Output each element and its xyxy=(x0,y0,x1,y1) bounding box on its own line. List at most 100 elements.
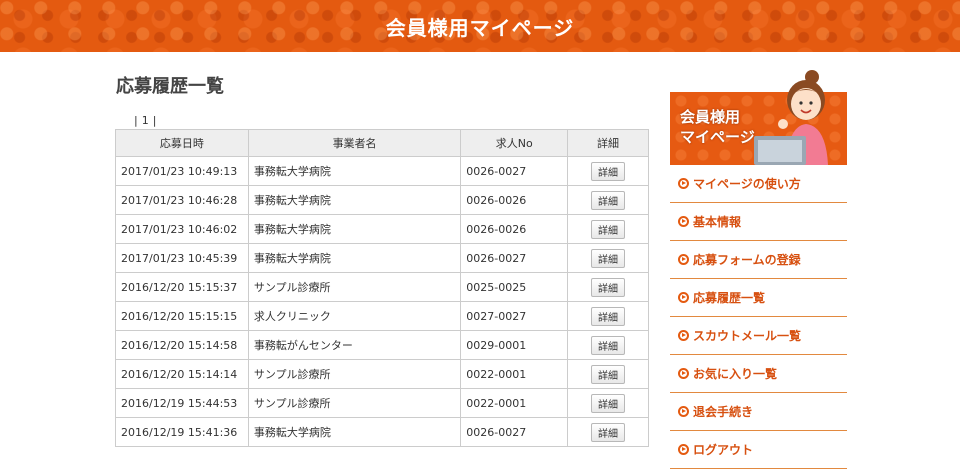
cell-company: サンプル診療所 xyxy=(247,272,462,302)
pagination-separator-left: | xyxy=(134,114,138,127)
sidebar-item-scout[interactable]: スカウトメール一覧 xyxy=(670,317,847,355)
sidebar: 会員様用 マイページ マイページの使い方 基本情報応募フォームの登録 応募履歴一覧ス… xyxy=(670,68,847,469)
header-title: 会員様用マイページ xyxy=(385,15,575,40)
table-body: 2017/01/23 10:49:13 事務転大学病院 0026-0027 詳細 201… xyxy=(115,156,649,447)
cell-detail: 詳細 xyxy=(567,359,649,389)
detail-button[interactable]: 詳細 xyxy=(591,335,626,355)
cell-date: 2016/12/20 15:14:14 xyxy=(115,359,249,389)
cell-detail: 詳細 xyxy=(567,272,649,302)
detail-button[interactable]: 詳細 xyxy=(591,161,626,181)
sidebar-item-logout[interactable]: ログアウト xyxy=(670,431,847,469)
cell-job-no: 0029-0001 xyxy=(460,330,569,360)
table-row: 2016/12/20 15:14:58 事務転がんセンター 0029-0001 詳細 xyxy=(115,330,649,360)
sidebar-item-withdraw[interactable]: 退会手続き xyxy=(670,393,847,431)
pagination: | 1 | xyxy=(130,114,160,127)
circle-arrow-icon xyxy=(678,444,689,455)
cell-company: 事務転がんセンター xyxy=(247,330,462,360)
table-row: 2017/01/23 10:45:39 事務転大学病院 0026-0027 詳細 xyxy=(115,243,649,273)
sidebar-item-history[interactable]: 応募履歴一覧 xyxy=(670,279,847,317)
detail-button[interactable]: 詳細 xyxy=(591,277,626,297)
banner-title-line1: 会員様用 xyxy=(680,108,741,126)
sidebar-item-label: スカウトメール一覧 xyxy=(693,329,802,343)
detail-button[interactable]: 詳細 xyxy=(591,190,626,210)
cell-job-no: 0022-0001 xyxy=(460,388,569,418)
cell-company: 事務転大学病院 xyxy=(247,417,462,447)
sidebar-item-favorites[interactable]: お気に入り一覧 xyxy=(670,355,847,393)
table-row: 2017/01/23 10:49:13 事務転大学病院 0026-0027 詳細 xyxy=(115,156,649,186)
sidebar-item-form[interactable]: 応募フォームの登録 xyxy=(670,241,847,279)
circle-arrow-icon xyxy=(678,406,689,417)
sidebar-item-howto[interactable]: マイページの使い方 xyxy=(670,165,847,203)
cell-date: 2016/12/20 15:15:37 xyxy=(115,272,249,302)
sidebar-item-label: 基本情報 xyxy=(693,215,742,229)
cell-job-no: 0022-0001 xyxy=(460,359,569,389)
cell-job-no: 0026-0026 xyxy=(460,214,569,244)
column-header-job-no: 求人No xyxy=(460,129,569,157)
cell-date: 2017/01/23 10:46:28 xyxy=(115,185,249,215)
application-history-table: 応募日時 事業者名 求人No 詳細 2017/01/23 10:49:13 事務転… xyxy=(115,129,649,447)
table-row: 2016/12/20 15:15:15 求人クリニック 0027-0027 詳細 xyxy=(115,301,649,331)
cell-detail: 詳細 xyxy=(567,417,649,447)
cell-company: サンプル診療所 xyxy=(247,388,462,418)
cell-job-no: 0026-0027 xyxy=(460,417,569,447)
cell-company: サンプル診療所 xyxy=(247,359,462,389)
table-row: 2017/01/23 10:46:28 事務転大学病院 0026-0026 詳細 xyxy=(115,185,649,215)
sidebar-item-label: ログアウト xyxy=(693,443,754,457)
detail-button[interactable]: 詳細 xyxy=(591,248,626,268)
cell-detail: 詳細 xyxy=(567,156,649,186)
circle-arrow-icon xyxy=(678,216,689,227)
cell-date: 2017/01/23 10:49:13 xyxy=(115,156,249,186)
mypage-banner[interactable]: 会員様用 マイページ xyxy=(670,68,847,165)
sidebar-item-profile[interactable]: 基本情報 xyxy=(670,203,847,241)
detail-button[interactable]: 詳細 xyxy=(591,364,626,384)
circle-arrow-icon xyxy=(678,254,689,265)
cell-detail: 詳細 xyxy=(567,185,649,215)
cell-company: 求人クリニック xyxy=(247,301,462,331)
circle-arrow-icon xyxy=(678,368,689,379)
pagination-page-1[interactable]: 1 xyxy=(142,114,149,127)
sidebar-item-label: 応募履歴一覧 xyxy=(693,291,766,305)
sidebar-item-label: マイページの使い方 xyxy=(693,177,801,191)
cell-job-no: 0026-0026 xyxy=(460,185,569,215)
cell-company: 事務転大学病院 xyxy=(247,185,462,215)
detail-button[interactable]: 詳細 xyxy=(591,422,626,442)
table-row: 2016/12/19 15:41:36 事務転大学病院 0026-0027 詳細 xyxy=(115,417,649,447)
cell-detail: 詳細 xyxy=(567,301,649,331)
column-header-company: 事業者名 xyxy=(247,129,462,157)
sidebar-item-label: 応募フォームの登録 xyxy=(693,253,801,267)
column-header-detail: 詳細 xyxy=(567,129,649,157)
cell-job-no: 0025-0025 xyxy=(460,272,569,302)
cell-company: 事務転大学病院 xyxy=(247,243,462,273)
table-header-row: 応募日時 事業者名 求人No 詳細 xyxy=(115,129,649,157)
cell-job-no: 0026-0027 xyxy=(460,243,569,273)
detail-button[interactable]: 詳細 xyxy=(591,306,626,326)
cell-detail: 詳細 xyxy=(567,243,649,273)
table-row: 2016/12/19 15:44:53 サンプル診療所 0022-0001 詳細 xyxy=(115,388,649,418)
detail-button[interactable]: 詳細 xyxy=(591,219,626,239)
detail-button[interactable]: 詳細 xyxy=(591,393,626,413)
site-header: 会員様用マイページ xyxy=(0,0,960,52)
cell-date: 2016/12/19 15:41:36 xyxy=(115,417,249,447)
cell-detail: 詳細 xyxy=(567,214,649,244)
circle-arrow-icon xyxy=(678,178,689,189)
cell-company: 事務転大学病院 xyxy=(247,156,462,186)
cell-date: 2017/01/23 10:46:02 xyxy=(115,214,249,244)
circle-arrow-icon xyxy=(678,292,689,303)
sidebar-item-label: お気に入り一覧 xyxy=(693,367,778,381)
cell-detail: 詳細 xyxy=(567,388,649,418)
page-title: 応募履歴一覧 xyxy=(116,76,224,97)
cell-company: 事務転大学病院 xyxy=(247,214,462,244)
cell-date: 2016/12/20 15:14:58 xyxy=(115,330,249,360)
woman-with-laptop-illustration xyxy=(754,70,828,165)
banner-title-line2: マイページ xyxy=(680,128,755,146)
cell-job-no: 0026-0027 xyxy=(460,156,569,186)
cell-job-no: 0027-0027 xyxy=(460,301,569,331)
column-header-date: 応募日時 xyxy=(115,129,249,157)
cell-date: 2016/12/20 15:15:15 xyxy=(115,301,249,331)
circle-arrow-icon xyxy=(678,330,689,341)
cell-detail: 詳細 xyxy=(567,330,649,360)
table-row: 2016/12/20 15:14:14 サンプル診療所 0022-0001 詳細 xyxy=(115,359,649,389)
cell-date: 2017/01/23 10:45:39 xyxy=(115,243,249,273)
cell-date: 2016/12/19 15:44:53 xyxy=(115,388,249,418)
sidebar-item-label: 退会手続き xyxy=(693,405,754,419)
